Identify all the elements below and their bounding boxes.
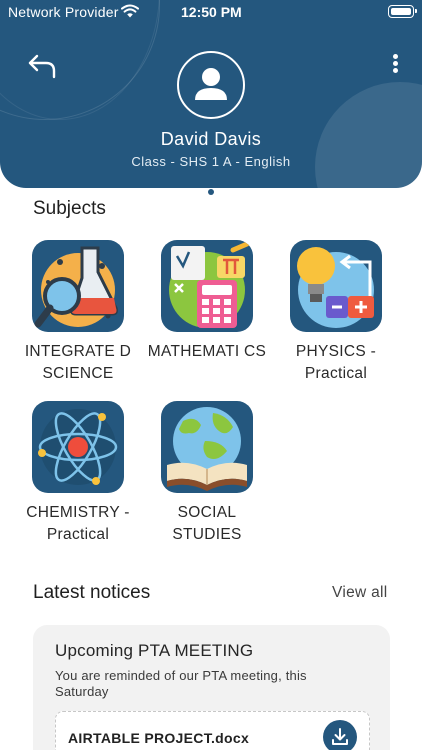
wifi-icon: [121, 4, 139, 18]
download-icon: [332, 728, 348, 745]
carrier-name: Network Provider: [8, 4, 119, 20]
notice-card[interactable]: Upcoming PTA MEETING You are reminded of…: [33, 625, 390, 750]
battery-icon: [388, 5, 417, 18]
chemistry-atom-icon: [32, 401, 124, 493]
avatar[interactable]: [177, 51, 245, 119]
subject-label: MATHEMATI CS: [147, 343, 267, 360]
subject-card-chemistry-practical[interactable]: CHEMISTRY - Practical: [18, 401, 138, 546]
more-options-icon[interactable]: [385, 52, 405, 78]
subjects-heading: Subjects: [33, 198, 106, 219]
notice-attachment[interactable]: AIRTABLE PROJECT.docx: [55, 711, 370, 750]
status-bar: Network Provider 12:50 PM: [0, 0, 422, 26]
physics-lightbulb-circuit-icon: [290, 240, 382, 332]
notice-body: You are reminded of our PTA meeting, thi…: [55, 668, 307, 699]
notice-title: Upcoming PTA MEETING: [55, 641, 254, 660]
user-name: David Davis: [160, 129, 262, 149]
user-class-info: Class - SHS 1 A - English: [131, 154, 291, 169]
latest-notices-heading: Latest notices: [33, 582, 151, 603]
user-icon: [195, 68, 227, 100]
subject-card-social-studies[interactable]: SOCIAL STUDIES: [147, 401, 267, 546]
globe-book-icon: [161, 401, 253, 493]
subject-label: INTEGRATE D SCIENCE: [24, 343, 132, 382]
download-button[interactable]: [323, 720, 357, 750]
back-arrow-icon[interactable]: [26, 50, 58, 82]
subject-card-mathematics[interactable]: MATHEMATI CS: [147, 240, 267, 363]
subject-label: CHEMISTRY - Practical: [26, 504, 130, 543]
page-indicator-dot: [208, 189, 214, 195]
clock-time: 12:50 PM: [181, 4, 242, 20]
math-calculator-icon: [161, 240, 253, 332]
subject-card-integrated-science[interactable]: INTEGRATE D SCIENCE: [18, 240, 138, 385]
profile-header: Network Provider 12:50 PM David Davis Cl…: [0, 0, 422, 188]
subject-card-physics-practical[interactable]: PHYSICS - Practical: [276, 240, 396, 385]
attachment-file-name: AIRTABLE PROJECT.docx: [68, 730, 250, 746]
view-all-link[interactable]: View all: [332, 584, 388, 602]
subject-label: PHYSICS - Practical: [295, 343, 377, 382]
science-flask-magnifier-icon: [32, 240, 124, 332]
subject-label: SOCIAL STUDIES: [172, 504, 242, 543]
